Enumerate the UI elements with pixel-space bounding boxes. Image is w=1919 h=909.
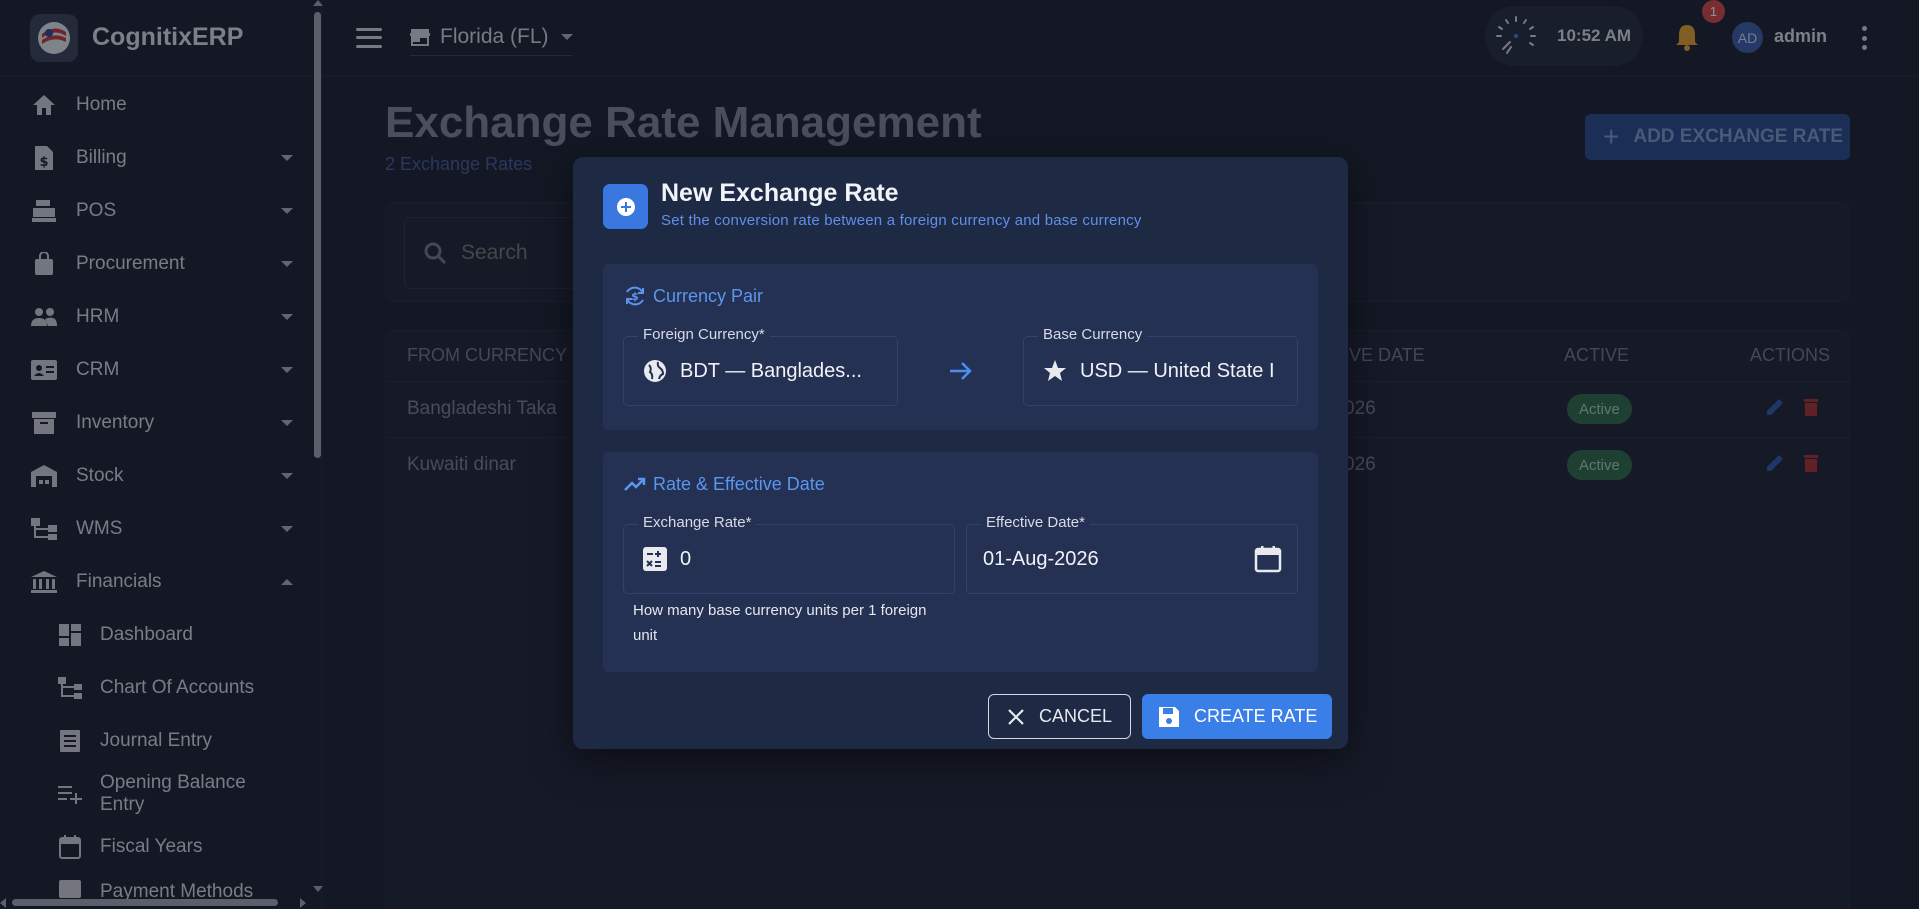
field-label: Exchange Rate*: [638, 514, 757, 531]
globe-icon: [644, 360, 666, 382]
save-icon: [1159, 706, 1179, 727]
exchange-rate-value: 0: [680, 548, 692, 570]
cancel-label: CANCEL: [1039, 706, 1113, 726]
arrow-right-icon: [950, 362, 972, 380]
currency-exchange-icon: $: [626, 286, 644, 306]
add-circle-icon: [603, 184, 648, 229]
exchange-rate-helper-text: How many base currency units per 1 forei…: [633, 602, 927, 644]
create-rate-label: CREATE RATE: [1194, 706, 1318, 726]
app-root: CognitixERP Home $ Billing POS Procureme…: [0, 0, 1919, 909]
new-exchange-rate-dialog: New Exchange Rate Set the conversion rat…: [573, 157, 1348, 749]
section-heading-label: Rate & Effective Date: [653, 473, 825, 494]
effective-date-value: 01-Aug-2026: [983, 548, 1099, 570]
field-label: Foreign Currency*: [638, 326, 770, 343]
trending-up-icon: [624, 477, 646, 491]
calculator-icon: [643, 547, 667, 571]
effective-date-field[interactable]: Effective Date* 01-Aug-2026: [966, 514, 1298, 594]
foreign-currency-field[interactable]: Foreign Currency* BDT — Banglades...: [623, 326, 898, 406]
star-icon: [1044, 360, 1066, 381]
create-rate-button[interactable]: CREATE RATE: [1142, 694, 1332, 739]
rate-effective-date-section: Rate & Effective Date Exchange Rate* 0 E…: [603, 452, 1318, 672]
foreign-currency-value: BDT — Banglades...: [680, 360, 862, 382]
dialog-subtitle: Set the conversion rate between a foreig…: [661, 212, 1142, 229]
field-label: Effective Date*: [981, 514, 1090, 531]
base-currency-value: USD — United State I: [1080, 360, 1275, 382]
section-heading-label: Currency Pair: [653, 285, 764, 306]
base-currency-field[interactable]: Base Currency USD — United State I: [1023, 326, 1298, 406]
close-icon: [1008, 708, 1024, 725]
rate-section-heading: Rate & Effective Date: [623, 472, 825, 496]
field-label: Base Currency: [1038, 326, 1148, 343]
currency-pair-section: $ Currency Pair Foreign Currency* BDT — …: [603, 264, 1318, 430]
calendar-icon[interactable]: [1254, 545, 1282, 573]
currency-pair-heading: $ Currency Pair: [623, 284, 763, 308]
exchange-rate-field[interactable]: Exchange Rate* 0: [623, 514, 955, 594]
svg-text:$: $: [631, 290, 639, 303]
dialog-title: New Exchange Rate: [661, 179, 899, 207]
cancel-button[interactable]: CANCEL: [988, 694, 1131, 739]
